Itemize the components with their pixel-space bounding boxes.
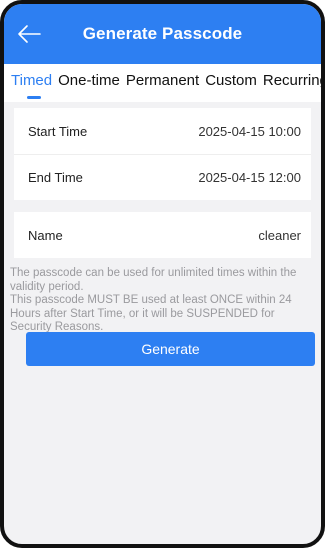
arrow-left-icon bbox=[18, 25, 41, 43]
start-time-value: 2025-04-15 10:00 bbox=[198, 123, 301, 139]
end-time-row[interactable]: End Time 2025-04-15 12:00 bbox=[14, 154, 311, 200]
tab-label: Permanent bbox=[125, 72, 200, 89]
info-line-validity: The passcode can be used for unlimited t… bbox=[10, 267, 297, 293]
end-time-value: 2025-04-15 12:00 bbox=[198, 170, 301, 185]
tab-label: One-time bbox=[58, 72, 120, 89]
start-time-row[interactable]: Start Time 2025-04-15 10:00 bbox=[14, 108, 311, 154]
generate-button[interactable]: Generate bbox=[26, 332, 315, 366]
passcode-info-text: The passcode can be used for unlimited t… bbox=[10, 267, 316, 335]
tab-custom[interactable]: Custom bbox=[202, 64, 260, 102]
time-settings-card: Start Time 2025-04-15 10:00 End Time 202… bbox=[14, 108, 311, 200]
tab-recurring[interactable]: Recurring bbox=[260, 64, 321, 102]
tab-label: Custom bbox=[205, 72, 257, 89]
tab-label: Recurring bbox=[262, 72, 321, 89]
tab-timed[interactable]: Timed bbox=[4, 64, 55, 102]
end-time-label: End Time bbox=[28, 170, 83, 185]
active-tab-indicator bbox=[27, 96, 41, 99]
name-label: Name bbox=[28, 227, 63, 243]
tab-one-time[interactable]: One-time bbox=[55, 64, 123, 102]
start-time-label: Start Time bbox=[28, 123, 88, 139]
passcode-type-tabs: Timed One-time Permanent Custom Recurrin… bbox=[4, 64, 321, 102]
phone-frame: Generate Passcode Timed One-time Permane… bbox=[0, 0, 325, 548]
name-card: Name cleaner bbox=[14, 212, 311, 258]
info-line-suspend-warning: This passcode MUST BE used at least ONCE… bbox=[10, 294, 292, 333]
app-header: Generate Passcode bbox=[4, 4, 321, 64]
back-button[interactable] bbox=[16, 24, 42, 44]
page-title: Generate Passcode bbox=[82, 24, 243, 43]
tab-permanent[interactable]: Permanent bbox=[123, 64, 202, 102]
tab-label: Timed bbox=[11, 72, 53, 89]
name-row[interactable]: Name cleaner bbox=[14, 212, 311, 258]
name-value[interactable]: cleaner bbox=[258, 228, 301, 243]
